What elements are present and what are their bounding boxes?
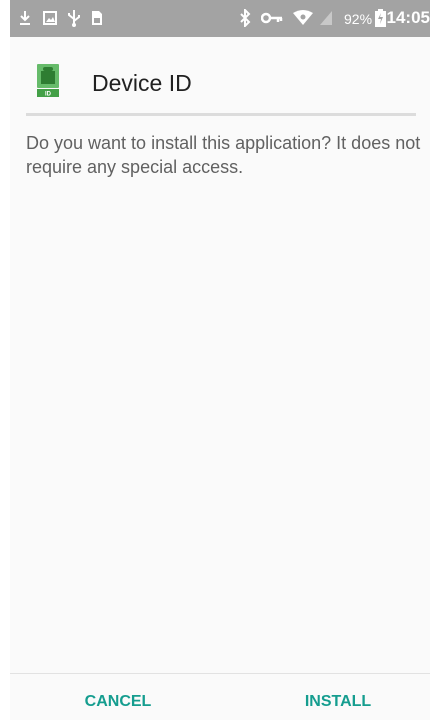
image-icon — [42, 8, 58, 28]
vpn-key-icon — [260, 8, 284, 28]
signal-icon — [318, 8, 334, 28]
battery-charging-icon — [374, 8, 386, 28]
bluetooth-icon — [238, 8, 252, 28]
app-title: Device ID — [92, 70, 192, 96]
usb-icon — [66, 8, 82, 28]
svg-text:ID: ID — [45, 92, 52, 98]
button-bar-divider — [10, 673, 430, 674]
install-message: Do you want to install this application?… — [26, 133, 421, 177]
device-id-app-icon: ID — [36, 62, 60, 98]
download-icon — [18, 8, 32, 28]
battery-percent: 92% — [344, 11, 373, 27]
clock: 14:05 — [386, 8, 430, 27]
cancel-button[interactable]: CANCEL — [70, 685, 166, 719]
status-bar: 92% 14:05 — [10, 0, 430, 37]
app-header: ID Device ID — [10, 55, 430, 115]
sim-icon — [90, 8, 104, 28]
install-button[interactable]: INSTALL — [286, 685, 390, 719]
install-screen: 92% 14:05 ID Device ID Do you want to in… — [10, 0, 430, 720]
header-divider — [26, 113, 416, 116]
wifi-icon — [292, 8, 314, 28]
